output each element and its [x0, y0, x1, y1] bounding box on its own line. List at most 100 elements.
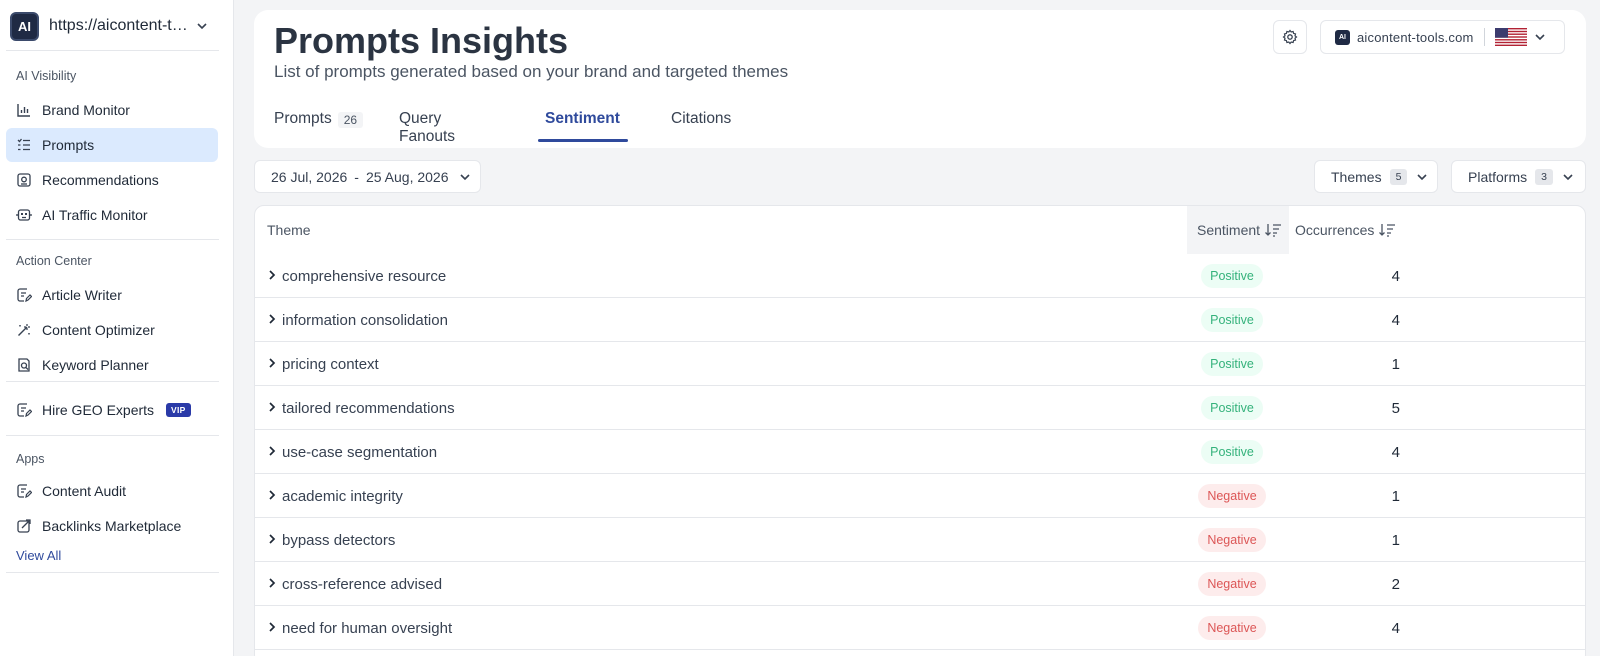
- edit-document-icon: [16, 287, 32, 303]
- row-theme: bypass detectors: [282, 531, 396, 549]
- table-row[interactable]: use-case segmentation Positive 4: [255, 430, 1585, 474]
- chevron-right-icon: [269, 358, 276, 368]
- column-header-occurrences[interactable]: Occurrences: [1295, 206, 1396, 254]
- sidebar-item-label: Keyword Planner: [42, 357, 149, 373]
- row-theme: tailored recommendations: [282, 399, 455, 417]
- robot-icon: [16, 207, 32, 223]
- chevron-right-icon: [269, 622, 276, 632]
- chevron-right-icon: [269, 534, 276, 544]
- list-icon: [16, 137, 32, 153]
- chevron-down-icon: [197, 23, 207, 30]
- table-row[interactable]: need for human oversight Negative 4: [255, 606, 1585, 650]
- active-tab-indicator: [538, 139, 628, 142]
- sentiment-table: Theme Sentiment Occurrences comprehensiv…: [254, 205, 1586, 656]
- table-row[interactable]: cross-reference advised Negative 2: [255, 562, 1585, 606]
- row-occurrences: 2: [1391, 575, 1400, 593]
- sidebar-item-ai-traffic-monitor[interactable]: AI Traffic Monitor: [6, 198, 218, 232]
- divider: [6, 239, 219, 240]
- sidebar-item-label: Brand Monitor: [42, 102, 130, 118]
- experts-icon: [16, 402, 32, 418]
- chevron-right-icon: [269, 270, 276, 280]
- tab-sentiment[interactable]: Sentiment: [545, 110, 620, 148]
- row-theme: cross-reference advised: [282, 575, 443, 593]
- row-occurrences: 4: [1391, 311, 1400, 329]
- sidebar-item-label: Backlinks Marketplace: [42, 518, 182, 534]
- sidebar-item-label: Content Audit: [42, 483, 127, 499]
- sidebar-item-content-optimizer[interactable]: Content Optimizer: [6, 313, 218, 347]
- prompts-count-badge: 26: [337, 112, 364, 128]
- row-theme: information consolidation: [282, 311, 448, 329]
- sidebar-item-label: AI Traffic Monitor: [42, 207, 148, 223]
- chevron-right-icon: [269, 490, 276, 500]
- sidebar-item-article-writer[interactable]: Article Writer: [6, 278, 218, 312]
- sort-icon: [1379, 224, 1396, 237]
- row-theme: use-case segmentation: [282, 443, 438, 461]
- sidebar-item-prompts[interactable]: Prompts: [6, 128, 218, 162]
- tab-label: Sentiment: [545, 110, 620, 127]
- date-to: 25 Aug, 2026: [365, 168, 449, 185]
- row-theme: academic integrity: [282, 487, 403, 505]
- table-row[interactable]: bypass detectors Negative 1: [255, 518, 1585, 562]
- platforms-filter[interactable]: Platforms 3: [1451, 160, 1586, 193]
- chevron-right-icon: [269, 314, 276, 324]
- sentiment-badge: Positive: [1201, 440, 1263, 464]
- row-occurrences: 1: [1391, 531, 1400, 549]
- sidebar-item-label: Content Optimizer: [42, 322, 155, 338]
- settings-button[interactable]: [1273, 20, 1307, 54]
- sentiment-badge: Positive: [1201, 352, 1263, 376]
- bar-chart-icon: [16, 102, 32, 118]
- divider: [6, 50, 219, 51]
- keyword-planner-icon: [16, 357, 32, 373]
- row-occurrences: 1: [1391, 355, 1400, 373]
- tab-query-fanouts[interactable]: Query Fanouts: [399, 110, 455, 148]
- chevron-down-icon: [1563, 173, 1573, 180]
- row-theme: comprehensive resource: [282, 267, 447, 285]
- table-row[interactable]: comprehensive resource Positive 4: [255, 254, 1585, 298]
- themes-count-badge: 5: [1389, 168, 1408, 185]
- sentiment-badge: Negative: [1198, 528, 1266, 552]
- sidebar-item-backlinks-marketplace[interactable]: Backlinks Marketplace: [6, 509, 218, 543]
- column-header-sentiment[interactable]: Sentiment: [1187, 206, 1289, 254]
- date-range-picker[interactable]: 26 Jul, 2026 - 25 Aug, 2026: [254, 160, 481, 193]
- sentiment-badge: Positive: [1201, 264, 1263, 288]
- date-separator: -: [354, 168, 359, 185]
- chevron-right-icon: [269, 446, 276, 456]
- tab-prompts[interactable]: Prompts 26: [274, 110, 364, 148]
- themes-label: Themes: [1331, 168, 1382, 185]
- sidebar-item-keyword-planner[interactable]: Keyword Planner: [6, 348, 218, 382]
- platforms-label: Platforms: [1468, 168, 1528, 185]
- recommendation-icon: [16, 172, 32, 188]
- divider: [1483, 28, 1485, 46]
- sentiment-badge: Positive: [1201, 396, 1263, 420]
- section-ai-visibility: AI Visibility: [16, 69, 77, 83]
- row-theme: need for human oversight: [282, 619, 453, 637]
- sort-icon: [1265, 224, 1282, 237]
- chevron-right-icon: [269, 578, 276, 588]
- sentiment-badge: Negative: [1198, 484, 1266, 508]
- column-header-label: Sentiment: [1197, 222, 1261, 238]
- sentiment-badge: Negative: [1198, 616, 1266, 640]
- tab-label: Prompts: [274, 110, 332, 127]
- sidebar-item-recommendations[interactable]: Recommendations: [6, 163, 218, 197]
- table-row[interactable]: academic integrity Negative 1: [255, 474, 1585, 518]
- table-row[interactable]: tailored recommendations Positive 5: [255, 386, 1585, 430]
- view-all-link[interactable]: View All: [16, 548, 61, 563]
- table-row[interactable]: information consolidation Positive 4: [255, 298, 1585, 342]
- row-occurrences: 4: [1391, 443, 1400, 461]
- domain-selector[interactable]: AI aicontent-tools.com: [1320, 20, 1565, 54]
- row-occurrences: 4: [1391, 267, 1400, 285]
- tab-label: Citations: [671, 110, 732, 127]
- chevron-right-icon: [269, 402, 276, 412]
- divider: [6, 435, 219, 436]
- sidebar-item-hire-geo-experts[interactable]: Hire GEO Experts VIP: [6, 393, 218, 427]
- site-switcher[interactable]: AI https://aicontent-tools.com: [10, 10, 218, 42]
- us-flag-icon: [1494, 28, 1527, 46]
- gear-icon: [1282, 29, 1298, 45]
- tab-citations[interactable]: Citations: [671, 110, 731, 148]
- sidebar-item-brand-monitor[interactable]: Brand Monitor: [6, 93, 218, 127]
- row-theme: pricing context: [282, 355, 379, 373]
- themes-filter[interactable]: Themes 5: [1314, 160, 1438, 193]
- table-row[interactable]: pricing context Positive 1: [255, 342, 1585, 386]
- sidebar-item-content-audit[interactable]: Content Audit: [6, 474, 218, 508]
- chevron-down-icon: [1417, 173, 1427, 180]
